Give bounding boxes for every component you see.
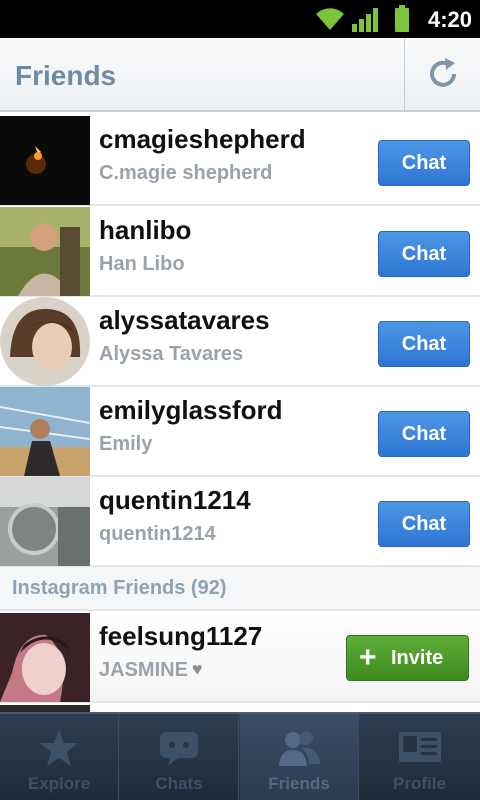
section-title: Instagram Friends (92) [12,577,227,599]
invite-button[interactable]: + Invite [346,635,469,681]
clock: 4:20 [427,7,472,32]
avatar [0,705,90,712]
battery-icon [395,5,409,32]
tab-chats[interactable]: Chats [120,714,239,800]
chat-button[interactable]: Chat [378,231,470,277]
chat-button[interactable]: Chat [378,140,470,186]
avatar [0,387,90,476]
friends-list[interactable]: cmagieshepherd C.magie shepherd Chat han… [0,112,480,712]
list-item[interactable] [0,705,480,712]
tab-bar: Explore Chats Friends Profile [0,712,480,800]
signal-icon [352,8,378,32]
avatar [0,116,90,205]
friend-row[interactable]: cmagieshepherd C.magie shepherd Chat [0,116,480,206]
full-name: Alyssa Tavares [99,343,244,365]
chat-button[interactable]: Chat [378,501,470,547]
section-header: Instagram Friends (92) [0,567,480,611]
username: quentin1214 [99,485,251,515]
full-name: JASMINE ♥ [99,659,203,681]
friends-icon [279,731,320,766]
full-name: quentin1214 [99,523,216,545]
chat-button[interactable]: Chat [378,321,470,367]
action-bar: Friends [0,38,480,112]
username: hanlibo [99,215,192,245]
plus-icon: + [359,641,377,674]
wifi-icon [316,8,344,30]
avatar [0,297,90,386]
friend-row[interactable]: emilyglassford Emily Chat [0,387,480,477]
full-name: C.magie shepherd [99,162,273,184]
avatar [0,613,90,702]
tab-label: Profile [393,774,446,793]
tab-label: Explore [27,774,91,793]
avatar [0,207,90,296]
friend-row[interactable]: quentin1214 quentin1214 Chat [0,477,480,567]
refresh-button[interactable] [404,38,480,110]
username: cmagieshepherd [99,124,306,154]
chat-bubble-icon [160,732,198,766]
refresh-icon [429,58,456,87]
tab-explore[interactable]: Explore [0,714,119,800]
avatar [0,477,90,566]
tab-label: Chats [155,774,203,793]
invite-row[interactable]: feelsung1127 JASMINE ♥ + Invite [0,613,480,703]
tab-friends[interactable]: Friends [240,714,359,800]
page-title: Friends [15,60,117,91]
profile-card-icon [398,732,441,762]
username: alyssatavares [99,305,270,335]
star-icon [40,730,78,766]
full-name: Emily [99,433,153,455]
heart-icon: ♥ [191,659,203,679]
friend-row[interactable]: hanlibo Han Libo Chat [0,207,480,297]
full-name: Han Libo [99,253,185,275]
status-bar: 4:20 [0,0,480,38]
username: emilyglassford [99,395,283,425]
username: feelsung1127 [99,621,263,651]
chat-button[interactable]: Chat [378,411,470,457]
tab-profile[interactable]: Profile [360,714,479,800]
tab-label: Friends [268,774,330,793]
friend-row[interactable]: alyssatavares Alyssa Tavares Chat [0,297,480,387]
